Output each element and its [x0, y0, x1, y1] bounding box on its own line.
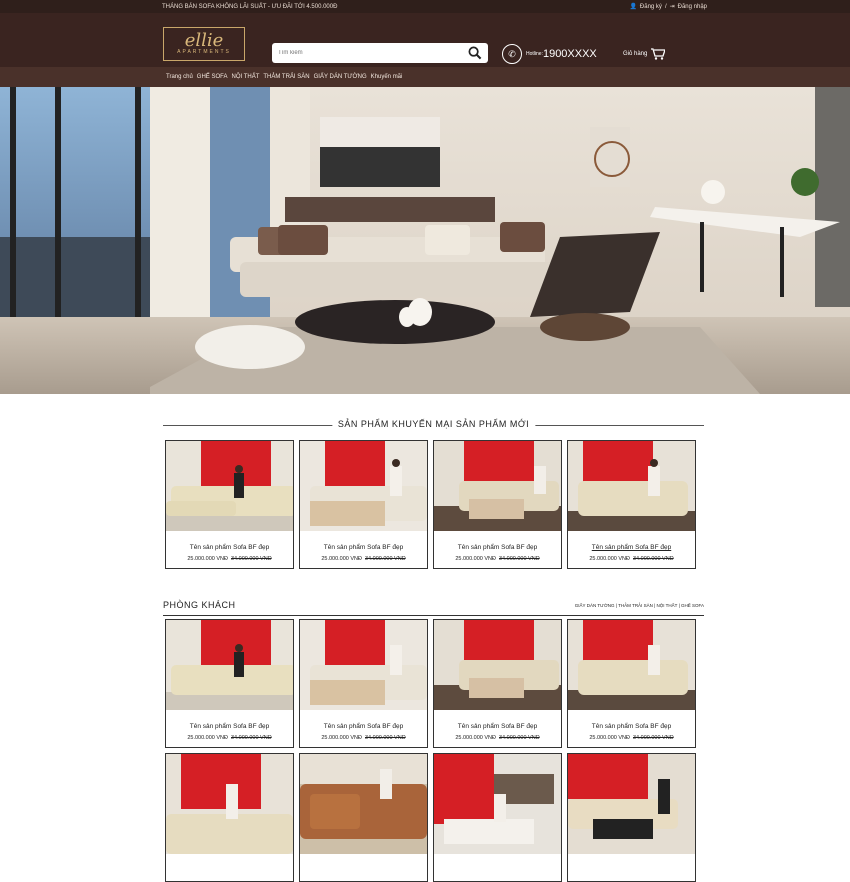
product-name[interactable]: Tên sản phẩm Sofa BF đẹp: [568, 544, 695, 551]
hotline-number[interactable]: 1900XXXX: [543, 48, 597, 60]
product-card[interactable]: Tên sản phẩm Sofa BF đẹp 25.000.000 VNĐ 3…: [165, 619, 294, 748]
main-nav: Trang chủ GHẾ SOFA NỘI THẤT THẢM TRẢI SÀ…: [0, 67, 850, 87]
product-price: 25.000.000 VNĐ 34.000.000 VNĐ: [166, 735, 293, 741]
price-current: 25.000.000 VNĐ: [455, 556, 496, 562]
cart-button[interactable]: Giỏ hàng: [623, 48, 666, 60]
promo-section-title[interactable]: SẢN PHẨM KHUYẾN MẠI SẢN PHẨM MỚI: [331, 419, 536, 429]
promo-text: THÁNG BÁN SOFA KHÔNG LÃI SUẤT - ƯU ĐÃI T…: [162, 3, 338, 10]
nav-sofa[interactable]: GHẾ SOFA: [197, 74, 228, 80]
product-name[interactable]: Tên sản phẩm Sofa BF đẹp: [166, 544, 293, 551]
search-icon[interactable]: [468, 46, 482, 60]
product-image[interactable]: [166, 754, 293, 881]
product-image[interactable]: [434, 754, 561, 881]
product-name[interactable]: Tên sản phẩm Sofa BF đẹp: [568, 723, 695, 730]
product-name[interactable]: Tên sản phẩm Sofa BF đẹp: [434, 723, 561, 730]
product-image[interactable]: [568, 754, 695, 881]
price-current: 25.000.000 VNĐ: [321, 735, 362, 741]
product-card[interactable]: Tên sản phẩm Sofa BF đẹp 25.000.000 VNĐ 3…: [433, 619, 562, 748]
search-box: [272, 43, 488, 63]
product-card[interactable]: [299, 753, 428, 882]
product-card[interactable]: [433, 753, 562, 882]
nav-promotions[interactable]: Khuyến mãi: [371, 74, 403, 80]
user-icon: 👤: [629, 4, 637, 10]
nav-wallpaper[interactable]: GIẤY DÁN TƯỜNG: [314, 74, 367, 80]
price-old: 34.000.000 VNĐ: [231, 735, 272, 741]
product-price: 25.000.000 VNĐ 34.000.000 VNĐ: [300, 556, 427, 562]
hotline: ✆ Hotline: 1900XXXX: [502, 44, 597, 64]
product-name[interactable]: Tên sản phẩm Sofa BF đẹp: [166, 723, 293, 730]
living-room-photo: [0, 87, 850, 394]
hotline-label: Hotline:: [526, 51, 543, 57]
price-current: 25.000.000 VNĐ: [455, 735, 496, 741]
price-old: 34.000.000 VNĐ: [499, 735, 540, 741]
price-old: 34.000.000 VNĐ: [633, 735, 674, 741]
product-image[interactable]: [568, 620, 695, 710]
product-image[interactable]: [568, 441, 695, 531]
product-price: 25.000.000 VNĐ 34.000.000 VNĐ: [434, 735, 561, 741]
price-old: 34.000.000 VNĐ: [231, 556, 272, 562]
top-bar: THÁNG BÁN SOFA KHÔNG LÃI SUẤT - ƯU ĐÃI T…: [0, 0, 850, 13]
product-card[interactable]: [165, 753, 294, 882]
product-price: 25.000.000 VNĐ 34.000.000 VNĐ: [568, 556, 695, 562]
login-icon: ⇥: [669, 4, 675, 10]
promo-product-grid: Tên sản phẩm Sofa BF đẹp 25.000.000 VNĐ 3…: [165, 440, 850, 569]
product-card[interactable]: Tên sản phẩm Sofa BF đẹp 25.000.000 VNĐ 3…: [567, 619, 696, 748]
product-price: 25.000.000 VNĐ 34.000.000 VNĐ: [300, 735, 427, 741]
product-image[interactable]: [434, 441, 561, 531]
living-room-header: PHÒNG KHÁCH GIẤY DÁN TƯỜNG | THẢM TRẢI S…: [163, 597, 704, 616]
living-room-title[interactable]: PHÒNG KHÁCH: [163, 600, 236, 610]
nav-home[interactable]: Trang chủ: [166, 74, 193, 80]
product-price: 25.000.000 VNĐ 34.000.000 VNĐ: [568, 735, 695, 741]
cart-label: Giỏ hàng: [623, 51, 648, 57]
logo[interactable]: ellie APARTMENTS: [163, 27, 245, 61]
price-current: 25.000.000 VNĐ: [589, 556, 630, 562]
header: ellie APARTMENTS ✆ Hotline: 1900XXXX Giỏ…: [0, 13, 850, 67]
auth-links: 👤 Đăng ký / ⇥ Đăng nhập: [629, 3, 707, 11]
price-current: 25.000.000 VNĐ: [187, 556, 228, 562]
product-card[interactable]: Tên sản phẩm Sofa BF đẹp 25.000.000 VNĐ 3…: [165, 440, 294, 569]
product-image[interactable]: [434, 620, 561, 710]
promo-section-header: SẢN PHẨM KHUYẾN MẠI SẢN PHẨM MỚI: [163, 410, 704, 440]
product-image[interactable]: [300, 441, 427, 531]
product-card[interactable]: Tên sản phẩm Sofa BF đẹp 25.000.000 VNĐ 3…: [299, 440, 428, 569]
living-room-grid: Tên sản phẩm Sofa BF đẹp 25.000.000 VNĐ 3…: [165, 619, 710, 882]
nav-carpet[interactable]: THẢM TRẢI SÀN: [263, 74, 309, 80]
price-old: 34.000.000 VNĐ: [499, 556, 540, 562]
phone-icon: ✆: [502, 44, 522, 64]
product-card[interactable]: Tên sản phẩm Sofa BF đẹp 25.000.000 VNĐ 3…: [433, 440, 562, 569]
hero-banner[interactable]: [0, 87, 850, 394]
product-name[interactable]: Tên sản phẩm Sofa BF đẹp: [300, 544, 427, 551]
price-current: 25.000.000 VNĐ: [187, 735, 228, 741]
product-price: 25.000.000 VNĐ 34.000.000 VNĐ: [434, 556, 561, 562]
product-price: 25.000.000 VNĐ 34.000.000 VNĐ: [166, 556, 293, 562]
product-name[interactable]: Tên sản phẩm Sofa BF đẹp: [434, 544, 561, 551]
price-old: 34.000.000 VNĐ: [365, 556, 406, 562]
price-old: 34.000.000 VNĐ: [365, 735, 406, 741]
product-card[interactable]: Tên sản phẩm Sofa BF đẹp 25.000.000 VNĐ 3…: [299, 619, 428, 748]
logo-sub: APARTMENTS: [177, 49, 231, 55]
price-current: 25.000.000 VNĐ: [321, 556, 362, 562]
divider: /: [664, 3, 667, 10]
price-old: 34.000.000 VNĐ: [633, 556, 674, 562]
search-input[interactable]: [272, 49, 468, 57]
product-card[interactable]: Tên sản phẩm Sofa BF đẹp 25.000.000 VNĐ 3…: [567, 440, 696, 569]
product-card[interactable]: [567, 753, 696, 882]
product-name[interactable]: Tên sản phẩm Sofa BF đẹp: [300, 723, 427, 730]
logo-main: ellie: [184, 30, 224, 51]
nav-furniture[interactable]: NỘI THẤT: [231, 74, 259, 80]
cart-icon: [651, 48, 666, 60]
product-image[interactable]: [300, 754, 427, 881]
living-room-links[interactable]: GIẤY DÁN TƯỜNG | THẢM TRẢI SÀN | NỘI THẤ…: [575, 603, 704, 608]
product-image[interactable]: [166, 620, 293, 710]
product-image[interactable]: [300, 620, 427, 710]
price-current: 25.000.000 VNĐ: [589, 735, 630, 741]
register-link[interactable]: Đăng ký: [640, 4, 662, 10]
product-image[interactable]: [166, 441, 293, 531]
login-link[interactable]: Đăng nhập: [678, 4, 707, 10]
